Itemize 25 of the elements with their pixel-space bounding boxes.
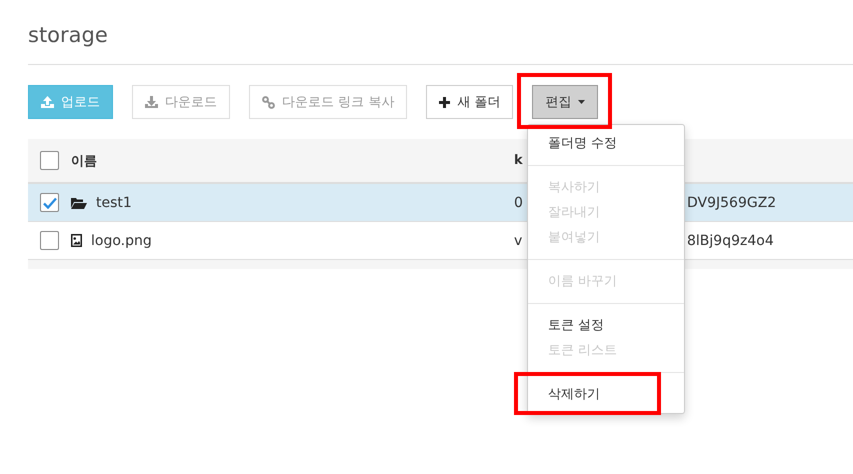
table-cell: v: [514, 232, 522, 248]
page-title: storage: [28, 22, 109, 49]
menu-item[interactable]: 삭제하기: [528, 382, 684, 407]
download-icon: [145, 96, 158, 108]
caret-icon: [578, 100, 586, 104]
menu-item[interactable]: 폴더명 수정: [528, 131, 684, 156]
toolbar-button[interactable]: 새 폴더: [426, 85, 514, 119]
link-icon: [262, 96, 275, 108]
plus-icon: [439, 96, 450, 108]
dropdown-button[interactable]: 편집: [532, 85, 598, 119]
checkbox[interactable]: [40, 193, 59, 212]
file-name: logo.png: [91, 232, 152, 248]
file-name: test1: [96, 194, 132, 210]
folder-icon: [71, 196, 87, 208]
column-header: k: [514, 153, 524, 168]
table-cell: 8lBj9q9z4o4: [687, 232, 774, 248]
checkbox[interactable]: [40, 231, 59, 250]
table-cell: DV9J569GZ2: [687, 194, 776, 210]
column-header: 이름: [71, 152, 97, 170]
menu-item[interactable]: 토큰 설정: [528, 313, 684, 338]
checkbox[interactable]: [40, 151, 59, 170]
image-file-icon: [71, 234, 82, 247]
table-cell: 0: [514, 194, 523, 210]
upload-icon: [41, 96, 54, 108]
toolbar-button[interactable]: 업로드: [28, 85, 113, 119]
